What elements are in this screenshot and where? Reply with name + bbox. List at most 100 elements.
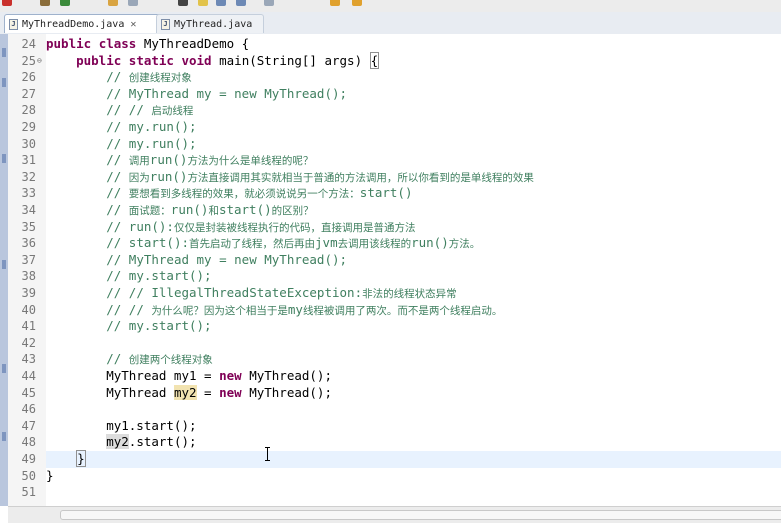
code-line[interactable]: 51: [0, 484, 781, 501]
code-text[interactable]: // // 启动线程: [46, 102, 193, 120]
toolbar-button-icon[interactable]: [2, 0, 12, 6]
code-text[interactable]: // 要想看到多线程的效果，就必须说说另一个方法：start(): [46, 185, 412, 203]
code-token: 首先启动了线程，然后再由: [189, 238, 316, 251]
line-number: 39: [21, 286, 36, 300]
code-text[interactable]: // 调用run()方法为什么是单线程的呢？: [46, 152, 313, 170]
code-text[interactable]: MyThread my1 = new MyThread();: [46, 368, 332, 385]
code-text[interactable]: // // 为什么呢？因为这个相当于是my线程被调用了两次。而不是两个线程启动。: [46, 302, 502, 320]
code-line[interactable]: 50}: [0, 468, 781, 485]
java-file-icon: J: [9, 18, 18, 30]
code-line[interactable]: 40 // // 为什么呢？因为这个相当于是my线程被调用了两次。而不是两个线程…: [0, 302, 781, 319]
code-token: // // IllegalThreadStateException:: [106, 285, 363, 300]
code-text[interactable]: // 面试题：run()和start()的区别？: [46, 202, 313, 220]
code-token: // start():: [106, 235, 190, 251]
tab-mythreaddemo[interactable]: J MyThreadDemo.java ✕: [4, 14, 162, 33]
code-line[interactable]: 37 // MyThread my = new MyThread();: [0, 252, 781, 269]
code-token: //: [106, 152, 129, 168]
code-token: class: [98, 36, 144, 51]
code-text[interactable]: my1.start();: [46, 418, 196, 435]
code-line[interactable]: 45 MyThread my2 = new MyThread();: [0, 384, 781, 402]
code-token: // MyThread my = new MyThread();: [106, 251, 348, 267]
code-text[interactable]: }: [46, 450, 86, 468]
line-number: 28: [21, 103, 36, 118]
code-text[interactable]: // MyThread my = new MyThread();: [46, 86, 347, 103]
line-number: 26: [21, 70, 36, 85]
code-line[interactable]: 31 // 调用run()方法为什么是单线程的呢？: [0, 152, 781, 169]
code-text[interactable]: my2.start();: [46, 434, 197, 451]
close-icon[interactable]: ✕: [130, 19, 136, 30]
code-text[interactable]: // my.start();: [46, 318, 211, 335]
code-line[interactable]: 49 }: [0, 450, 781, 468]
code-line[interactable]: 33 // 要想看到多线程的效果，就必须说说另一个方法：start(): [0, 185, 781, 202]
code-token: start(): [359, 185, 413, 201]
code-token: {: [369, 51, 380, 69]
code-line[interactable]: 48 my2.start();: [0, 434, 781, 451]
code-text[interactable]: // my.run();: [46, 136, 196, 153]
code-text[interactable]: public static void main(String[] args) {: [46, 51, 380, 70]
code-token: MyThreadDemo {: [143, 36, 250, 51]
pin-icon[interactable]: [178, 0, 188, 6]
line-number: 41: [21, 319, 36, 334]
code-token: .start();: [128, 434, 197, 450]
scrollbar-thumb[interactable]: [60, 510, 781, 520]
code-token: new: [219, 368, 250, 383]
edit-icon[interactable]: [198, 0, 208, 6]
code-line[interactable]: 32 // 因为run()方法直接调用其实就相当于普通的方法调用，所以你看到的是…: [0, 169, 781, 186]
code-text[interactable]: MyThread my2 = new MyThread();: [46, 384, 332, 402]
code-text[interactable]: // 创建两个线程对象: [46, 351, 213, 369]
line-number: 50: [21, 468, 36, 483]
code-token: 启动线程: [151, 105, 194, 118]
code-text[interactable]: // 因为run()方法直接调用其实就相当于普通的方法调用，所以你看到的是单线程…: [46, 169, 534, 187]
code-token: // my.run();: [106, 119, 197, 134]
code-token: // my.start();: [106, 268, 212, 284]
code-line[interactable]: 30 // my.run();: [0, 136, 781, 153]
code-text[interactable]: public class MyThreadDemo {: [46, 36, 249, 53]
run-icon[interactable]: [60, 0, 70, 6]
code-line[interactable]: 41 // my.start();: [0, 318, 781, 335]
code-text[interactable]: // run():仅仅是封装被线程执行的代码，直接调用是普通方法: [46, 219, 415, 237]
code-text[interactable]: // my.run();: [46, 119, 197, 136]
horizontal-scrollbar[interactable]: [8, 506, 781, 523]
code-line[interactable]: 34 // 面试题：run()和start()的区别？: [0, 202, 781, 219]
code-token: }: [46, 467, 54, 483]
code-line[interactable]: 42: [0, 335, 781, 352]
code-line[interactable]: 26 // 创建线程对象: [0, 69, 781, 86]
code-text[interactable]: // 创建线程对象: [46, 69, 192, 87]
code-token: public: [76, 52, 129, 68]
code-line[interactable]: 29 // my.run();: [0, 119, 781, 136]
code-text[interactable]: }: [46, 468, 54, 485]
code-line[interactable]: 36 // start():首先启动了线程，然后再由jvm去调用该线程的run(…: [0, 235, 781, 252]
tab-mythread[interactable]: J MyThread.java: [156, 14, 264, 33]
code-text[interactable]: // my.start();: [46, 268, 212, 285]
line-number: 29: [21, 120, 36, 134]
nav-icon[interactable]: [264, 0, 274, 6]
debug-icon[interactable]: [40, 0, 50, 6]
code-line[interactable]: 35 // run():仅仅是封装被线程执行的代码，直接调用是普通方法: [0, 219, 781, 236]
forward-icon[interactable]: [352, 0, 362, 6]
code-line[interactable]: 46: [0, 401, 781, 418]
line-number: 25: [21, 53, 36, 68]
code-line[interactable]: 47 my1.start();: [0, 418, 781, 435]
code-line[interactable]: 43 // 创建两个线程对象: [0, 351, 781, 368]
code-line[interactable]: 39 // // IllegalThreadStateException:非法的…: [0, 285, 781, 302]
code-text[interactable]: // MyThread my = new MyThread();: [46, 252, 347, 269]
code-line[interactable]: 27 // MyThread my = new MyThread();: [0, 86, 781, 103]
code-line[interactable]: 44 MyThread my1 = new MyThread();: [0, 368, 781, 385]
copy-icon[interactable]: [216, 0, 226, 6]
code-text[interactable]: // start():首先启动了线程，然后再由jvm去调用该线程的run()方法…: [46, 235, 480, 253]
search-icon[interactable]: [128, 0, 138, 6]
code-line[interactable]: 28 // // 启动线程: [0, 102, 781, 119]
code-text[interactable]: // // IllegalThreadStateException:非法的线程状…: [46, 285, 456, 303]
editor-tab-bar: J MyThreadDemo.java ✕ J MyThread.java: [0, 12, 781, 35]
line-number: 34: [21, 203, 36, 217]
back-icon[interactable]: [330, 0, 340, 6]
code-line[interactable]: 25 ⊖ public static void main(String[] arg…: [0, 51, 781, 70]
code-line[interactable]: 24 public class MyThreadDemo {: [0, 36, 781, 53]
paste-icon[interactable]: [236, 0, 246, 6]
open-folder-icon[interactable]: [108, 0, 118, 6]
code-line[interactable]: 38 // my.start();: [0, 268, 781, 285]
fold-toggle-icon[interactable]: ⊖: [37, 53, 42, 70]
